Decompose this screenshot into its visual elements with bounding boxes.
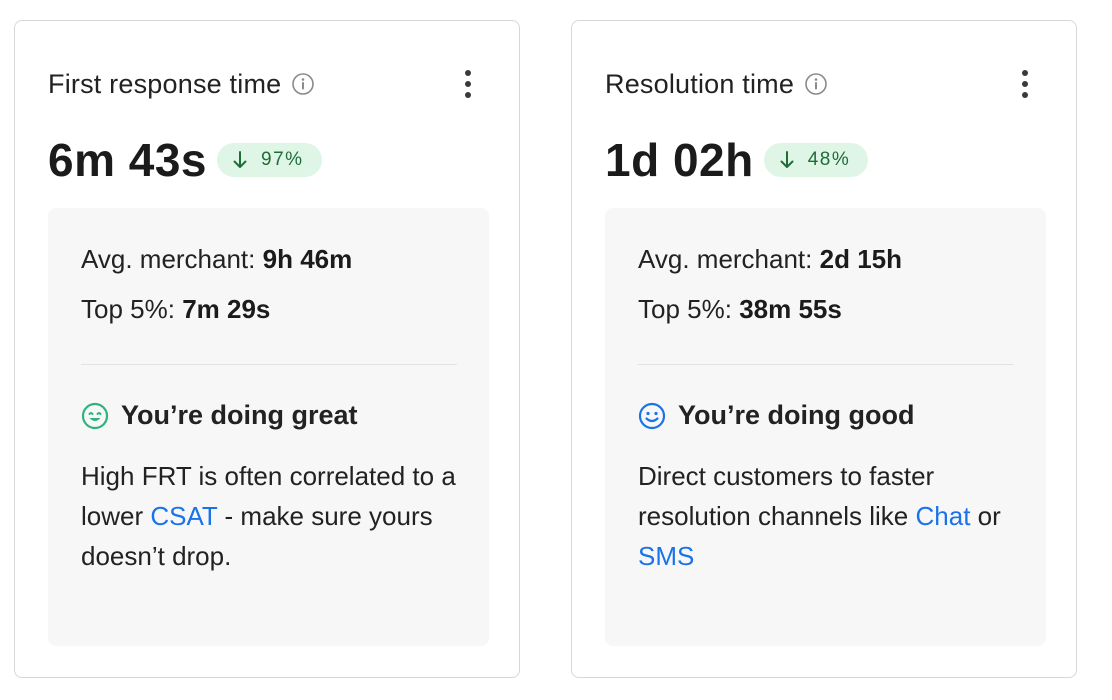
metric-card-resolution-time: Resolution time 1d 02h 48% Avg. merchant… <box>571 20 1077 678</box>
change-badge: 97% <box>217 143 322 177</box>
advice-text-part: Direct customers to faster resolution ch… <box>638 461 935 531</box>
chat-link[interactable]: Chat <box>916 501 971 531</box>
csat-link[interactable]: CSAT <box>150 501 217 531</box>
vertical-dots-icon <box>1022 70 1028 98</box>
top-5-value: 7m 29s <box>182 294 271 324</box>
divider <box>638 364 1014 365</box>
avg-merchant-value: 2d 15h <box>819 244 902 274</box>
card-title: Resolution time <box>605 68 795 99</box>
status-text: You’re doing great <box>121 400 358 430</box>
avg-merchant-label: Avg. merchant: <box>638 244 813 274</box>
metric-value: 1d 02h <box>605 134 754 186</box>
change-badge: 48% <box>763 143 869 177</box>
status-row: You’re doing good <box>638 400 914 431</box>
advice-text: Direct customers to faster resolution ch… <box>638 456 1023 576</box>
avg-merchant-stat: Avg. merchant: 2d 15h <box>638 244 902 275</box>
info-icon[interactable] <box>804 72 828 96</box>
top-5-value: 38m 55s <box>739 294 842 324</box>
benchmark-panel: Avg. merchant: 2d 15h Top 5%: 38m 55s Yo… <box>605 208 1046 646</box>
grin-face-icon <box>81 402 109 430</box>
advice-text-part: or <box>970 501 1001 531</box>
avg-merchant-label: Avg. merchant: <box>81 244 256 274</box>
metric-row: 1d 02h 48% <box>605 133 869 187</box>
sms-link[interactable]: SMS <box>638 541 694 571</box>
info-icon[interactable] <box>291 72 315 96</box>
advice-text: High FRT is often correlated to a lower … <box>81 456 466 576</box>
arrow-down-icon <box>233 151 247 169</box>
status-text: You’re doing good <box>678 400 915 430</box>
arrow-down-icon <box>780 151 794 169</box>
more-options-button[interactable] <box>453 65 483 103</box>
metric-card-first-response-time: First response time 6m 43s 97% Avg. merc… <box>14 20 520 678</box>
card-header: First response time <box>48 67 479 101</box>
top-5-label: Top 5%: <box>81 294 175 324</box>
top-5-label: Top 5%: <box>638 294 732 324</box>
card-header: Resolution time <box>605 67 1036 101</box>
change-value: 97% <box>261 149 304 170</box>
divider <box>81 364 457 365</box>
metric-row: 6m 43s 97% <box>48 133 322 187</box>
card-title: First response time <box>48 68 282 99</box>
vertical-dots-icon <box>465 70 471 98</box>
smile-face-icon <box>638 402 666 430</box>
more-options-button[interactable] <box>1010 65 1040 103</box>
top-5-stat: Top 5%: 38m 55s <box>638 294 842 325</box>
benchmark-panel: Avg. merchant: 9h 46m Top 5%: 7m 29s You… <box>48 208 489 646</box>
status-row: You’re doing great <box>81 400 358 431</box>
metric-value: 6m 43s <box>48 134 208 186</box>
avg-merchant-value: 9h 46m <box>262 244 353 274</box>
top-5-stat: Top 5%: 7m 29s <box>81 294 270 325</box>
change-value: 48% <box>807 149 851 170</box>
avg-merchant-stat: Avg. merchant: 9h 46m <box>81 244 352 275</box>
